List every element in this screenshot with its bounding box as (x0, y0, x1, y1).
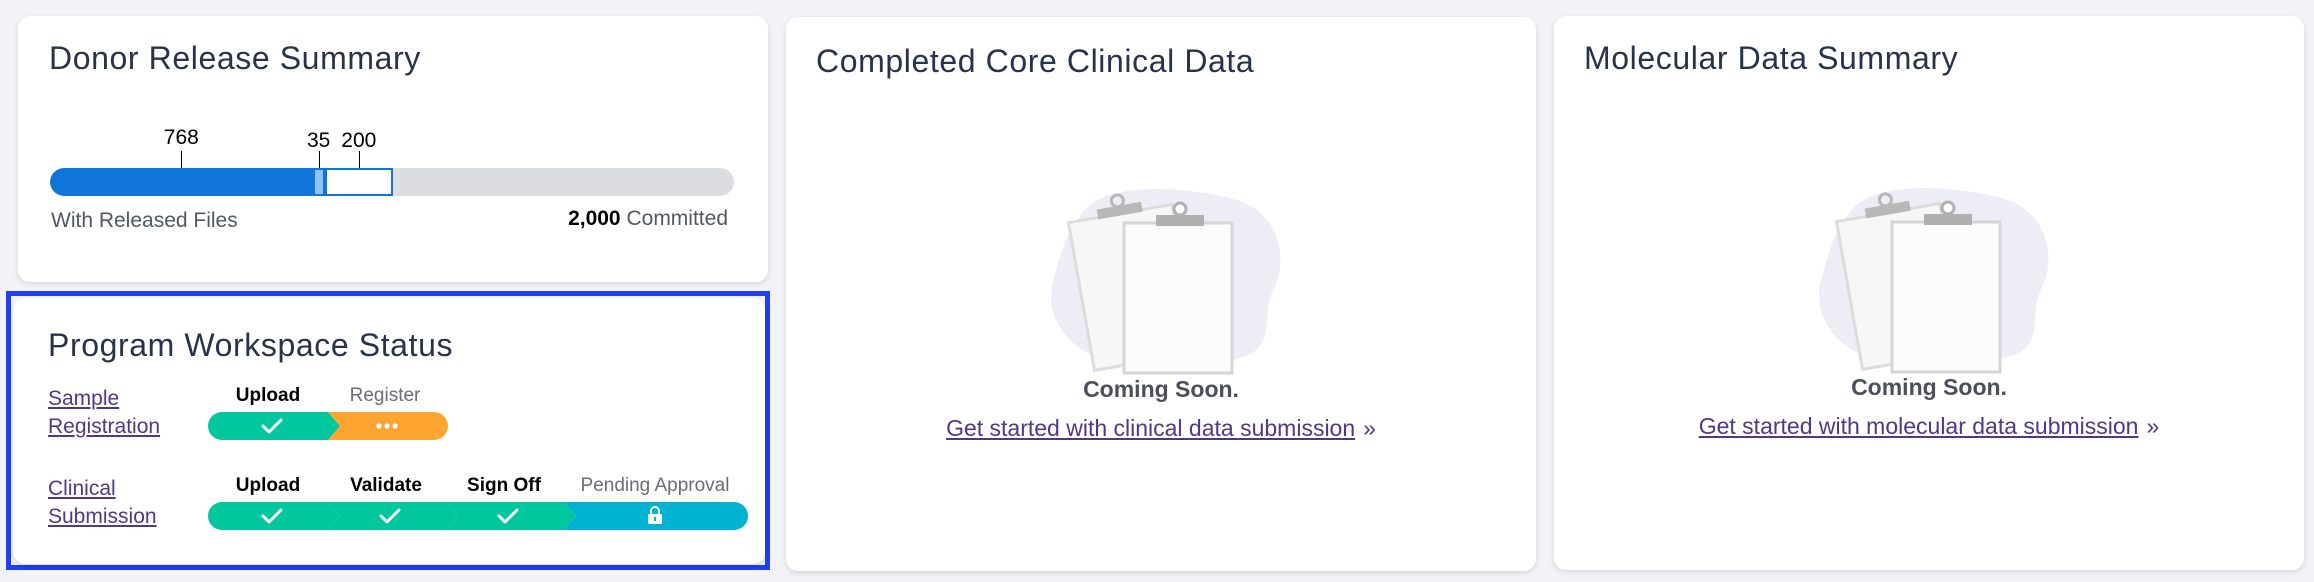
clinical-data-card: Completed Core Clinical Data Coming Soon… (786, 17, 1536, 571)
step-label-validate: Validate (350, 475, 422, 496)
registered-segment (312, 168, 325, 196)
released-count-tick (181, 151, 183, 168)
molecular-cta: Get started with molecular data submissi… (1554, 413, 2304, 440)
released-files-label: With Released Files (51, 209, 238, 232)
molecular-coming-soon: Coming Soon. (1851, 374, 2007, 400)
sample-registration-progress (208, 412, 448, 440)
molecular-data-card: Molecular Data Summary Coming Soon. Get … (1554, 16, 2304, 570)
step-sign-off-complete (446, 502, 576, 530)
step-upload-complete (208, 502, 340, 530)
uploaded-count-label: 200 (341, 129, 377, 152)
step-label-sign-off: Sign Off (467, 475, 541, 496)
sample-registration-link-line1: Sample (48, 387, 120, 410)
clinical-cta-arrow: » (1363, 415, 1376, 441)
molecular-cta-arrow: » (2146, 413, 2160, 439)
step-label-register: Register (349, 385, 421, 406)
step-validate-complete (328, 502, 458, 530)
workspace-status-title: Program Workspace Status (48, 327, 454, 363)
donor-release-title: Donor Release Summary (49, 40, 421, 76)
committed-summary: 2,000 Committed (568, 207, 728, 231)
step-label-pending-approval: Pending Approval (580, 475, 730, 496)
clipboard-illustration-icon (1807, 177, 2057, 382)
workspace-status-card: Program Workspace Status Sample Registra… (13, 298, 765, 564)
dots-icon (376, 423, 398, 429)
released-count-label: 768 (163, 126, 199, 149)
molecular-data-title: Molecular Data Summary (1584, 40, 1959, 76)
step-upload-complete (208, 412, 340, 440)
registered-count-label: 35 (306, 129, 331, 152)
step-label-upload: Upload (235, 385, 301, 406)
clinical-submission-link-line1: Clinical (48, 477, 116, 500)
donor-progress-bar (50, 168, 734, 196)
molecular-get-started-link[interactable]: Get started with molecular data submissi… (1699, 413, 2139, 439)
registered-count-tick (318, 151, 320, 168)
step-pending-approval-locked (564, 502, 748, 530)
clinical-get-started-link[interactable]: Get started with clinical data submissio… (946, 415, 1355, 441)
clinical-cta: Get started with clinical data submissio… (786, 415, 1536, 442)
committed-value: 2,000 (568, 207, 621, 230)
released-segment (50, 168, 313, 196)
clipboard-illustration-icon (1039, 178, 1289, 383)
donor-release-card: Donor Release Summary 768 35 200 With Re… (18, 16, 768, 282)
committed-label: Committed (626, 207, 728, 230)
clinical-submission-progress (208, 502, 748, 530)
sample-registration-link-line2: Registration (48, 415, 161, 438)
uploaded-count-tick (358, 151, 360, 168)
sample-registration-link[interactable]: Sample Registration (48, 385, 160, 441)
clinical-coming-soon: Coming Soon. (1083, 376, 1239, 402)
uploaded-segment (324, 168, 394, 196)
clinical-submission-link-line2: Submission (48, 505, 157, 528)
clinical-data-title: Completed Core Clinical Data (816, 43, 1255, 79)
step-label-upload: Upload (235, 475, 301, 496)
clinical-submission-link[interactable]: Clinical Submission (48, 475, 157, 531)
step-register-in-progress (328, 412, 448, 440)
